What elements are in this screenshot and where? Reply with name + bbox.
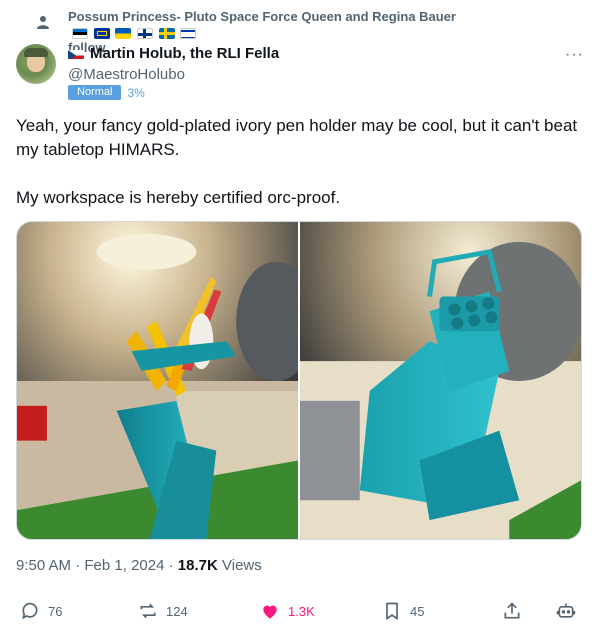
tweet-paragraph: Yeah, your fancy gold-plated ivory pen h… — [16, 116, 578, 159]
sweden-flag-icon — [158, 28, 175, 40]
percent-label: 3% — [127, 85, 145, 100]
grok-button[interactable] — [556, 601, 576, 621]
display-name[interactable]: Martin Holub, the RLI Fella — [90, 45, 279, 62]
more-options-icon[interactable]: ··· — [565, 46, 584, 64]
tweet-time[interactable]: 9:50 AM — [16, 557, 71, 574]
reply-button[interactable]: 76 — [20, 601, 62, 621]
photo-right[interactable] — [300, 222, 581, 539]
tweet-paragraph: My workspace is hereby certified orc-pro… — [16, 188, 341, 207]
share-icon — [504, 602, 520, 619]
like-button[interactable]: 1.3K — [260, 601, 315, 621]
views-count: 18.7K — [177, 557, 218, 574]
meta-separator: · — [71, 557, 85, 574]
flag-emojis — [72, 25, 198, 40]
handle[interactable]: @MaestroHolubo — [68, 66, 185, 83]
robot-icon — [556, 603, 576, 618]
ukraine-flag-icon — [115, 28, 132, 40]
person-icon — [37, 16, 49, 29]
meta-separator: · — [164, 557, 178, 574]
social-context-text[interactable]: Possum Princess- Pluto Space Force Queen… — [68, 9, 456, 24]
photo-left[interactable] — [17, 222, 298, 539]
tweet-meta: 9:50 AM · Feb 1, 2024 · 18.7K Views — [16, 557, 262, 574]
czech-flag-icon — [68, 48, 84, 59]
avatar[interactable] — [16, 44, 56, 84]
repost-button[interactable]: 124 — [138, 601, 188, 621]
action-bar: 76 124 1.3K 45 — [16, 601, 582, 631]
israel-flag-icon — [180, 28, 197, 40]
eu-flag-icon — [93, 28, 110, 40]
reply-icon — [22, 602, 38, 620]
share-button[interactable] — [502, 601, 522, 621]
tweet-date[interactable]: Feb 1, 2024 — [84, 557, 164, 574]
heart-filled-icon — [263, 605, 277, 619]
estonia-flag-icon — [72, 28, 88, 40]
bookmark-count: 45 — [410, 603, 425, 619]
tweet-header: Martin Holub, the RLI Fella @MaestroHolu… — [16, 44, 586, 104]
bookmark-button[interactable]: 45 — [382, 601, 424, 621]
views-label: Views — [222, 557, 262, 574]
repost-icon — [140, 603, 156, 619]
like-count: 1.3K — [288, 603, 315, 619]
media-grid — [16, 221, 582, 540]
reply-count: 76 — [48, 603, 63, 619]
tweet-text: Yeah, your fancy gold-plated ivory pen h… — [16, 114, 581, 234]
finland-flag-icon — [136, 28, 153, 40]
repost-count: 124 — [166, 603, 188, 619]
normal-label-badge: Normal — [68, 85, 122, 100]
bookmark-icon — [386, 602, 398, 621]
